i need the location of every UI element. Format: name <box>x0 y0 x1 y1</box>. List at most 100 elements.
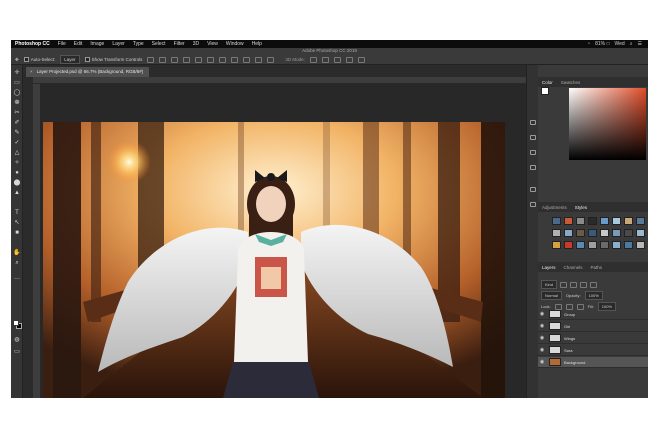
dodge-tool-icon[interactable]: ▲ <box>13 190 21 197</box>
layer-row[interactable]: ◉ Wings <box>538 333 648 344</box>
style-swatch[interactable] <box>576 217 585 225</box>
distribute-top-icon[interactable] <box>219 56 227 63</box>
tab-channels[interactable]: Channels <box>560 265 587 270</box>
align-right-icon[interactable] <box>207 56 215 63</box>
style-swatch[interactable] <box>636 217 645 225</box>
style-swatch[interactable] <box>588 229 597 237</box>
color-swatches[interactable] <box>13 320 23 330</box>
document-tab[interactable]: × Layer Projected.psd @ 66.7% (Background… <box>26 67 150 77</box>
tab-layers[interactable]: Layers <box>538 265 560 270</box>
style-swatch[interactable] <box>624 217 633 225</box>
lasso-tool-icon[interactable]: ◯ <box>13 90 21 97</box>
menu-view[interactable]: View <box>207 41 218 47</box>
type-tool-icon[interactable]: T <box>13 210 21 217</box>
style-swatch[interactable] <box>612 217 621 225</box>
visibility-eye-icon[interactable]: ◉ <box>538 311 546 317</box>
distribute-middle-icon[interactable] <box>231 56 239 63</box>
style-swatch[interactable] <box>564 217 573 225</box>
style-swatch[interactable] <box>588 217 597 225</box>
layer-row[interactable]: ◉ Girl <box>538 321 648 332</box>
menu-filter[interactable]: Filter <box>174 41 185 47</box>
panel-foreground-swatch[interactable] <box>541 87 549 95</box>
history-icon[interactable] <box>530 120 536 125</box>
style-swatch[interactable] <box>588 241 597 249</box>
menu-type[interactable]: Type <box>133 41 144 47</box>
align-left-icon[interactable] <box>183 56 191 63</box>
distribute-left-icon[interactable] <box>255 56 263 63</box>
color-picker-field[interactable] <box>569 88 646 160</box>
screen-mode-icon[interactable]: ▭ <box>13 349 21 356</box>
style-swatch[interactable] <box>624 229 633 237</box>
kind-filter-dropdown[interactable]: Kind <box>541 280 558 289</box>
move-tool-icon[interactable]: ✥ <box>15 57 19 63</box>
3d-roll-icon[interactable] <box>321 56 329 63</box>
style-swatch[interactable] <box>636 241 645 249</box>
style-swatch[interactable] <box>552 229 561 237</box>
style-swatch[interactable] <box>552 217 561 225</box>
marquee-tool-icon[interactable]: ▭ <box>13 80 21 87</box>
move-tool-icon[interactable]: ✛ <box>13 70 21 77</box>
document-canvas[interactable] <box>43 122 505 398</box>
style-swatch[interactable] <box>600 229 609 237</box>
visibility-eye-icon[interactable]: ◉ <box>538 359 546 365</box>
filter-shape-icon[interactable] <box>590 281 598 288</box>
eraser-tool-icon[interactable]: ● <box>13 170 21 177</box>
style-swatch[interactable] <box>564 229 573 237</box>
3d-rotate-icon[interactable] <box>309 56 317 63</box>
clock-text[interactable]: Wed <box>615 41 625 47</box>
tab-swatches[interactable]: Swatches <box>557 80 585 85</box>
battery-status[interactable]: 81% □ <box>595 41 609 47</box>
tab-adjustments[interactable]: Adjustments <box>538 205 571 210</box>
stamp-tool-icon[interactable]: △ <box>13 150 21 157</box>
healing-tool-icon[interactable]: ✎ <box>13 130 21 137</box>
filter-pixel-icon[interactable] <box>560 281 568 288</box>
visibility-eye-icon[interactable]: ◉ <box>538 323 546 329</box>
menu-app[interactable]: Photoshop CC <box>15 41 50 47</box>
foreground-color-swatch[interactable] <box>13 320 19 326</box>
style-swatch[interactable] <box>552 241 561 249</box>
visibility-eye-icon[interactable]: ◉ <box>538 335 546 341</box>
filter-adjust-icon[interactable] <box>570 281 578 288</box>
eyedropper-tool-icon[interactable]: ✐ <box>13 120 21 127</box>
canvas-area[interactable] <box>40 84 526 398</box>
tab-color[interactable]: Color <box>538 80 557 85</box>
align-middle-icon[interactable] <box>159 56 167 63</box>
distribute-right-icon[interactable] <box>267 56 275 63</box>
distribute-bottom-icon[interactable] <box>243 56 251 63</box>
menu-image[interactable]: Image <box>90 41 104 47</box>
menu-layer[interactable]: Layer <box>112 41 125 47</box>
transform-controls-checkbox[interactable] <box>84 57 90 63</box>
brushes-icon[interactable] <box>530 150 536 155</box>
gradient-tool-icon[interactable]: ⬤ <box>13 180 21 187</box>
quick-select-tool-icon[interactable]: ❁ <box>13 100 21 107</box>
align-top-icon[interactable] <box>147 56 155 63</box>
3d-drag-icon[interactable] <box>333 56 341 63</box>
menu-3d[interactable]: 3D <box>193 41 199 47</box>
search-icon[interactable]: ⌕ <box>630 41 633 47</box>
paragraph-icon[interactable] <box>530 165 536 170</box>
3d-scale-icon[interactable] <box>357 56 365 63</box>
style-swatch[interactable] <box>612 241 621 249</box>
character-icon[interactable] <box>530 187 536 192</box>
style-swatch[interactable] <box>576 229 585 237</box>
style-swatch[interactable] <box>600 241 609 249</box>
tab-styles[interactable]: Styles <box>571 205 591 210</box>
list-icon[interactable]: ☰ <box>638 41 642 47</box>
wifi-icon[interactable]: ◔ <box>587 41 590 47</box>
crop-tool-icon[interactable]: ✂ <box>13 110 21 117</box>
layer-row[interactable]: ◉ Group <box>538 309 648 320</box>
style-swatch[interactable] <box>624 241 633 249</box>
style-swatch[interactable] <box>600 217 609 225</box>
shape-tool-icon[interactable]: ■ <box>13 230 21 237</box>
style-swatch[interactable] <box>636 229 645 237</box>
tab-paths[interactable]: Paths <box>587 265 607 270</box>
align-center-icon[interactable] <box>195 56 203 63</box>
menu-select[interactable]: Select <box>152 41 166 47</box>
history-brush-tool-icon[interactable]: ✧ <box>13 160 21 167</box>
style-swatch[interactable] <box>564 241 573 249</box>
layer-row-background[interactable]: ◉ Background <box>538 357 648 368</box>
menu-window[interactable]: Window <box>226 41 244 47</box>
menu-edit[interactable]: Edit <box>74 41 83 47</box>
3d-slide-icon[interactable] <box>345 56 353 63</box>
libraries-icon[interactable] <box>530 202 536 207</box>
